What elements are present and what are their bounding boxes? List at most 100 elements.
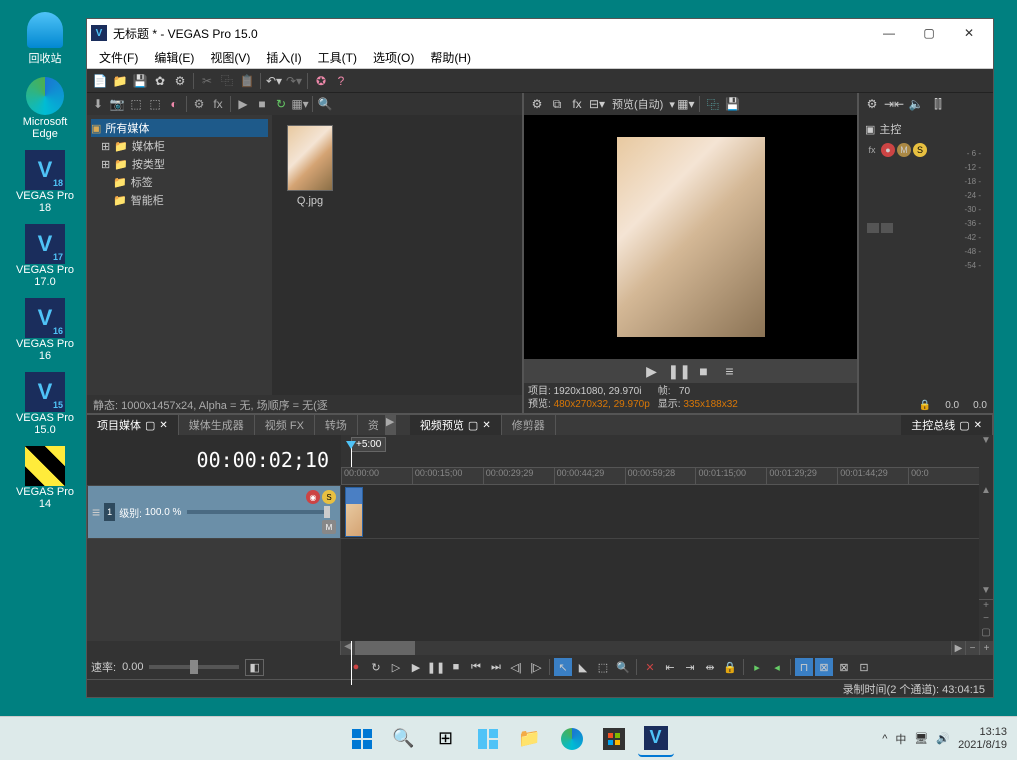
tab-video-fx[interactable]: 视频 FX — [255, 415, 315, 435]
track-mute-icon[interactable]: M — [322, 520, 336, 534]
pause-icon[interactable]: ❚❚ — [427, 658, 445, 676]
tree-item[interactable]: ⊞ 📁按类型 — [91, 155, 268, 173]
snap-icon[interactable]: ⊓ — [795, 658, 813, 676]
envelope-icon[interactable]: ◣ — [574, 658, 592, 676]
menu-tools[interactable]: 工具(T) — [310, 47, 365, 68]
lock-icon[interactable]: 🔒 — [919, 400, 931, 411]
network-icon[interactable]: 🖥 — [914, 732, 928, 745]
refresh-icon[interactable]: ↻ — [272, 95, 290, 113]
track-content[interactable] — [341, 485, 979, 641]
marker-in-icon[interactable]: ▸ — [748, 658, 766, 676]
track-solo-icon[interactable]: S — [322, 490, 336, 504]
gear-icon[interactable]: ⚙ — [863, 95, 881, 113]
desktop-icon-edge[interactable]: Microsoft Edge — [10, 76, 80, 140]
stereo-split-icon[interactable] — [867, 223, 893, 233]
volume-icon[interactable]: 🔊 — [936, 732, 950, 745]
tutorial-icon[interactable]: ✪ — [312, 72, 330, 90]
task-view-icon[interactable]: ⊞ — [428, 721, 464, 757]
menu-edit[interactable]: 编辑(E) — [146, 47, 202, 68]
tree-root[interactable]: ▣所有媒体 — [91, 119, 268, 137]
zoom-icon[interactable]: 🔍 — [614, 658, 632, 676]
menu-insert[interactable]: 插入(I) — [258, 47, 309, 68]
tab-scroll-icon[interactable]: ▶ — [386, 415, 396, 435]
split-icon[interactable]: ⊟▾ — [588, 95, 606, 113]
save-icon[interactable]: 💾 — [131, 72, 149, 90]
timeline-marker[interactable]: +5:00 — [351, 437, 386, 452]
copy-snapshot-icon[interactable]: ⿻ — [704, 95, 722, 113]
render-icon[interactable]: ✿ — [151, 72, 169, 90]
tree-item[interactable]: ⊞ 📁媒体柜 — [91, 137, 268, 155]
downmix-icon[interactable]: ⇥⇤ — [885, 95, 903, 113]
track-motion-icon[interactable]: ◉ — [306, 490, 320, 504]
fx-icon[interactable]: fx — [209, 95, 227, 113]
play-icon[interactable]: ▶ — [407, 658, 425, 676]
next-frame-icon[interactable]: |▷ — [527, 658, 545, 676]
prev-frame-icon[interactable]: ◁| — [507, 658, 525, 676]
system-clock[interactable]: 13:13 2021/8/19 — [958, 726, 1007, 752]
play-icon[interactable]: ▶ — [234, 95, 252, 113]
split-icon[interactable]: ⇹ — [701, 658, 719, 676]
media-thumb[interactable]: Q.jpg — [282, 125, 338, 207]
timeline-scrollbar[interactable]: ◀ ▶ − + — [87, 641, 993, 655]
vertical-scrollbar[interactable]: ▲ ▼ + − ▢ — [979, 485, 993, 641]
minimize-button[interactable]: — — [869, 21, 909, 45]
marker-out-icon[interactable]: ◂ — [768, 658, 786, 676]
tab-explorer[interactable]: 资 — [358, 415, 386, 435]
pair-icon[interactable]: ◐ — [165, 95, 183, 113]
search-icon[interactable]: 🔍 — [316, 95, 334, 113]
level-slider[interactable] — [187, 510, 330, 514]
marker-tool-icon[interactable]: ▼ — [979, 435, 993, 485]
delete-icon[interactable]: ✕ — [641, 658, 659, 676]
remove-icon[interactable]: ⬚ — [146, 95, 164, 113]
tab-master-bus[interactable]: 主控总线 ▢ ✕ — [901, 415, 993, 435]
undo-icon[interactable]: ↶▾ — [265, 72, 283, 90]
close-button[interactable]: ✕ — [949, 21, 989, 45]
go-start-icon[interactable]: ⏮ — [467, 658, 485, 676]
normal-edit-icon[interactable]: ↖ — [554, 658, 572, 676]
edge-taskbar-icon[interactable] — [554, 721, 590, 757]
search-icon[interactable]: 🔍 — [386, 721, 422, 757]
capture-icon[interactable]: 📷 — [108, 95, 126, 113]
lock-icon[interactable]: 🔒 — [721, 658, 739, 676]
fx-chain-icon[interactable]: fx — [865, 143, 879, 157]
menu-icon[interactable]: ≡ — [720, 363, 740, 379]
rate-slider[interactable] — [149, 665, 239, 669]
overlay-icon[interactable]: ▦▾ — [677, 95, 695, 113]
dim-icon[interactable]: 🔈 — [907, 95, 925, 113]
desktop-icon-vegas16[interactable]: V16 VEGAS Pro 16 — [10, 298, 80, 362]
play-icon[interactable]: ▶ — [642, 363, 662, 380]
tab-transitions[interactable]: 转场 — [315, 415, 358, 435]
solo-icon[interactable]: S — [913, 143, 927, 157]
trim-start-icon[interactable]: ⇤ — [661, 658, 679, 676]
menu-options[interactable]: 选项(O) — [365, 47, 422, 68]
auto-ripple-icon[interactable]: ⊠ — [815, 658, 833, 676]
pause-icon[interactable]: ❚❚ — [668, 363, 688, 380]
titlebar[interactable]: V 无标题 * - VEGAS Pro 15.0 — ▢ ✕ — [87, 19, 993, 47]
menu-file[interactable]: 文件(F) — [91, 47, 146, 68]
scroll-right-icon[interactable]: ▶ — [951, 641, 965, 655]
zoom-out-icon[interactable]: − — [965, 641, 979, 655]
loop-icon[interactable]: ↻ — [367, 658, 385, 676]
widgets-icon[interactable] — [470, 721, 506, 757]
stop-icon[interactable]: ■ — [447, 658, 465, 676]
open-icon[interactable]: 📁 — [111, 72, 129, 90]
tab-trimmer[interactable]: 修剪器 — [502, 415, 556, 435]
rate-reset-icon[interactable]: ◧ — [245, 659, 263, 676]
copy-icon[interactable]: ⿻ — [218, 72, 236, 90]
menu-help[interactable]: 帮助(H) — [422, 47, 479, 68]
store-icon[interactable] — [596, 721, 632, 757]
ime-indicator[interactable]: 中 — [895, 731, 906, 747]
selection-icon[interactable]: ⬚ — [594, 658, 612, 676]
get-media-icon[interactable]: ⬚ — [127, 95, 145, 113]
external-icon[interactable]: ⧉ — [548, 95, 566, 113]
tab-video-preview[interactable]: 视频预览 ▢ ✕ — [410, 415, 502, 435]
tab-project-media[interactable]: 项目媒体 ▢ ✕ — [87, 415, 179, 435]
stop-icon[interactable]: ■ — [694, 363, 714, 379]
faders-icon[interactable]: ⫿⫿ — [929, 95, 947, 113]
video-clip[interactable] — [345, 487, 363, 537]
properties-icon[interactable]: ⚙ — [190, 95, 208, 113]
ripple-icon[interactable]: ⊡ — [855, 658, 873, 676]
mute-icon[interactable]: M — [897, 143, 911, 157]
trim-end-icon[interactable]: ⇥ — [681, 658, 699, 676]
menu-view[interactable]: 视图(V) — [202, 47, 258, 68]
